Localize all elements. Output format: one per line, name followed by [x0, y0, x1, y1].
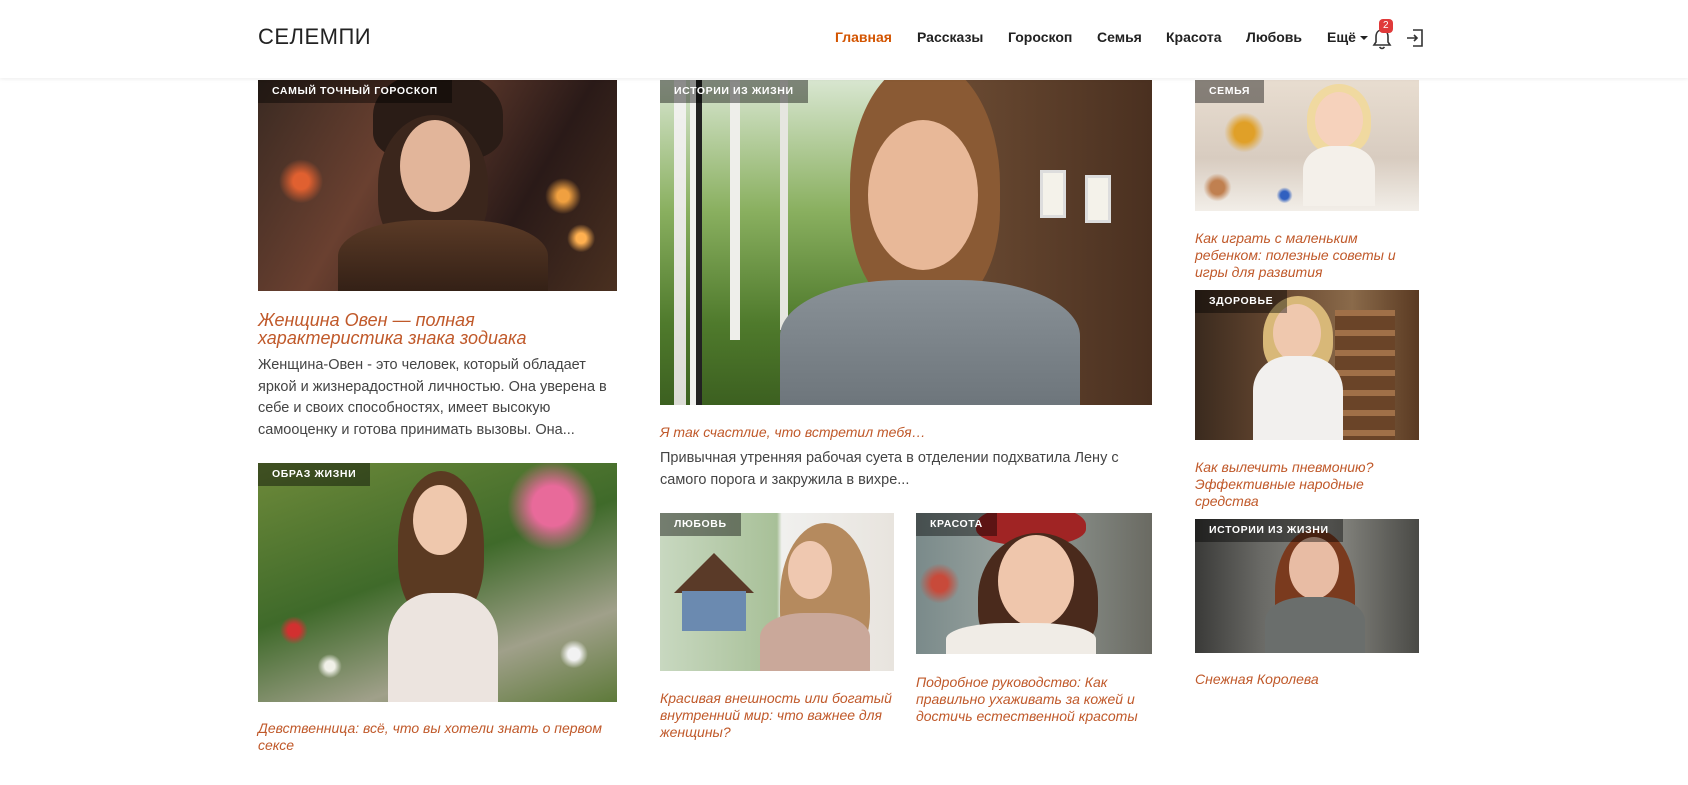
category-tag[interactable]: Образ жизни: [258, 463, 371, 486]
coat-collar: [946, 623, 1096, 654]
article-image-story-main[interactable]: Истории из жизни: [660, 80, 1152, 405]
face: [788, 541, 832, 599]
article-title-family[interactable]: Как играть с маленьким ребенком: полезны…: [1195, 230, 1419, 281]
article-title-story-main[interactable]: Я так счастлие, что встретил тебя…: [660, 424, 1140, 441]
dress: [388, 593, 498, 702]
category-tag[interactable]: Семья: [1195, 80, 1265, 103]
site-header: СЕЛЕМПИ Главная Рассказы Гороскоп Семья …: [0, 0, 1688, 78]
house: [682, 591, 746, 631]
article-image-love[interactable]: Любовь: [660, 513, 894, 671]
nav-more-label: Ещё: [1327, 29, 1356, 45]
article-image-horoscope[interactable]: Самый точный гороскоп: [258, 80, 617, 291]
photo-woman-garden: [258, 463, 617, 702]
article-title-beauty[interactable]: Подробное руководство: Как правильно уха…: [916, 674, 1152, 725]
fur-coat: [338, 220, 548, 291]
article-image-lifestyle[interactable]: Образ жизни: [258, 463, 617, 702]
article-title-lifestyle[interactable]: Девственница: всё, что вы хотели знать о…: [258, 720, 608, 754]
photo-woman-hat: [258, 80, 617, 291]
nav-item-home[interactable]: Главная: [835, 29, 892, 45]
category-tag[interactable]: Самый точный гороскоп: [258, 80, 452, 103]
nav-item-beauty[interactable]: Красота: [1166, 29, 1222, 45]
nav-item-horoscope[interactable]: Гороскоп: [1008, 29, 1072, 45]
category-tag[interactable]: Истории из жизни: [1195, 519, 1343, 542]
notification-badge: 2: [1379, 19, 1393, 33]
nav-item-more[interactable]: Ещё: [1327, 29, 1368, 45]
site-logo[interactable]: СЕЛЕМПИ: [258, 24, 371, 50]
face: [400, 120, 470, 212]
category-tag[interactable]: Здоровье: [1195, 290, 1288, 313]
article-title-love[interactable]: Красивая внешность или богатый внутренни…: [660, 690, 894, 741]
article-excerpt-horoscope: Женщина-Овен - это человек, который обла…: [258, 357, 607, 438]
scarf: [1265, 597, 1365, 653]
birch-trunk: [674, 80, 686, 405]
window: [1085, 175, 1111, 223]
photo-woman-window: [660, 513, 894, 671]
wooden-stairs: [1335, 310, 1395, 440]
nav-item-family[interactable]: Семья: [1097, 29, 1142, 45]
category-tag[interactable]: Красота: [916, 513, 997, 536]
window: [1040, 170, 1066, 218]
nav-item-stories[interactable]: Рассказы: [917, 29, 983, 45]
birch-trunk: [780, 80, 788, 330]
photo-woman-village: [660, 80, 1152, 405]
face: [413, 485, 467, 555]
nav-item-love[interactable]: Любовь: [1246, 29, 1302, 45]
article-title-health[interactable]: Как вылечить пневмонию? Эффективные наро…: [1195, 459, 1419, 510]
article-excerpt-story-main: Привычная утренняя рабочая суета в отдел…: [660, 450, 1119, 488]
house-roof: [674, 553, 754, 593]
face: [1315, 92, 1363, 148]
article-image-family[interactable]: Семья: [1195, 80, 1419, 211]
category-tag[interactable]: Истории из жизни: [660, 80, 808, 103]
sweater: [780, 280, 1080, 405]
article-title-story-side[interactable]: Снежная Королева: [1195, 671, 1419, 688]
face: [868, 120, 978, 270]
category-tag[interactable]: Любовь: [660, 513, 741, 536]
article-image-health[interactable]: Здоровье: [1195, 290, 1419, 440]
caret-down-icon: [1359, 36, 1368, 41]
article-title-horoscope[interactable]: Женщина Овен — полная характеристика зна…: [258, 311, 558, 347]
sweater: [1253, 356, 1343, 440]
face: [1289, 537, 1339, 599]
sweater: [760, 613, 870, 671]
login-icon[interactable]: [1405, 28, 1425, 48]
face: [998, 535, 1074, 627]
dress: [1303, 146, 1375, 206]
article-image-beauty[interactable]: Красота: [916, 513, 1152, 654]
article-image-story-side[interactable]: Истории из жизни: [1195, 519, 1419, 653]
birch-trunk: [730, 80, 740, 340]
